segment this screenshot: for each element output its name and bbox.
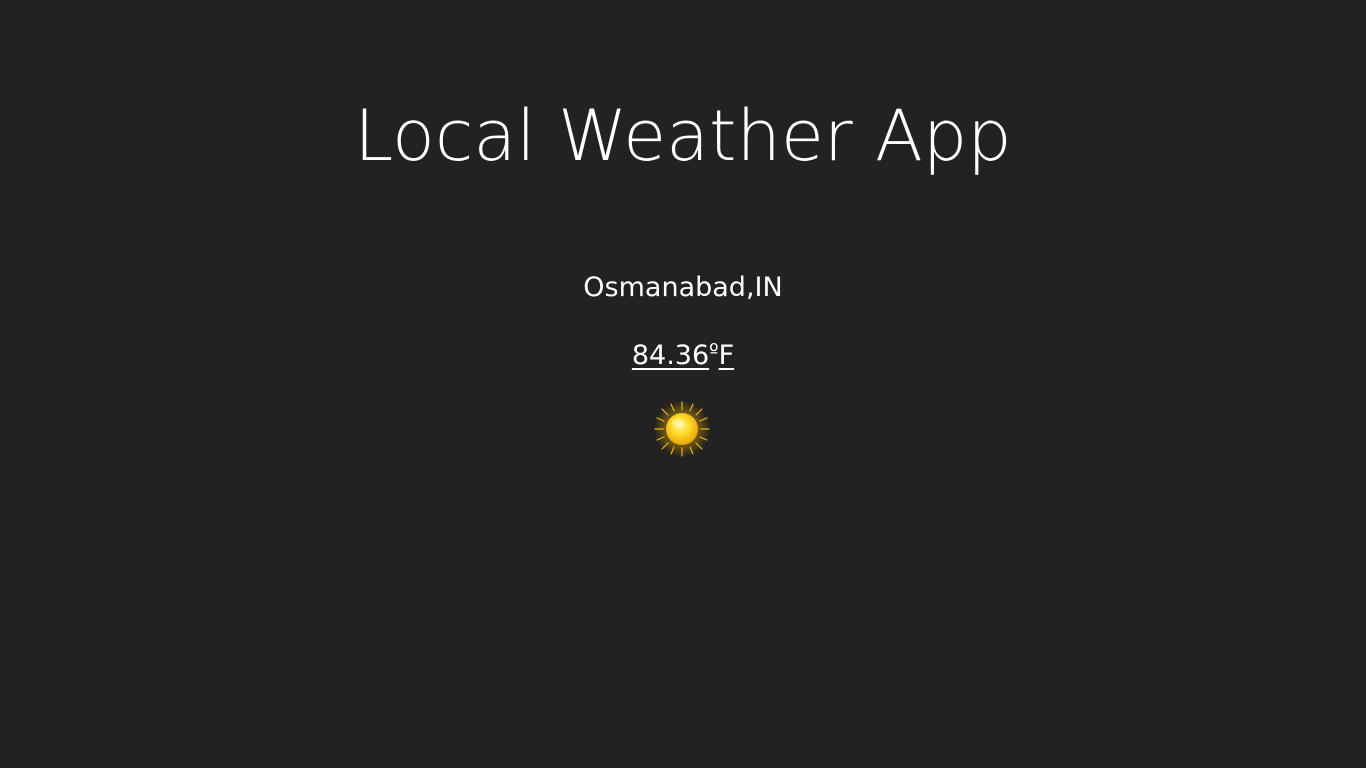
sun-icon bbox=[653, 400, 711, 458]
sun-icon-graphic bbox=[654, 401, 710, 457]
degree-symbol: º bbox=[709, 339, 719, 363]
location-label: Osmanabad,IN bbox=[583, 272, 783, 303]
temperature-unit-toggle[interactable]: F bbox=[719, 340, 735, 371]
temperature-value-link[interactable]: 84.36 bbox=[632, 340, 709, 371]
weather-app: Local Weather App Osmanabad,IN 84.36ºF bbox=[0, 0, 1366, 768]
page-title: Local Weather App bbox=[354, 95, 1012, 177]
temperature-display: 84.36ºF bbox=[0, 333, 1366, 374]
